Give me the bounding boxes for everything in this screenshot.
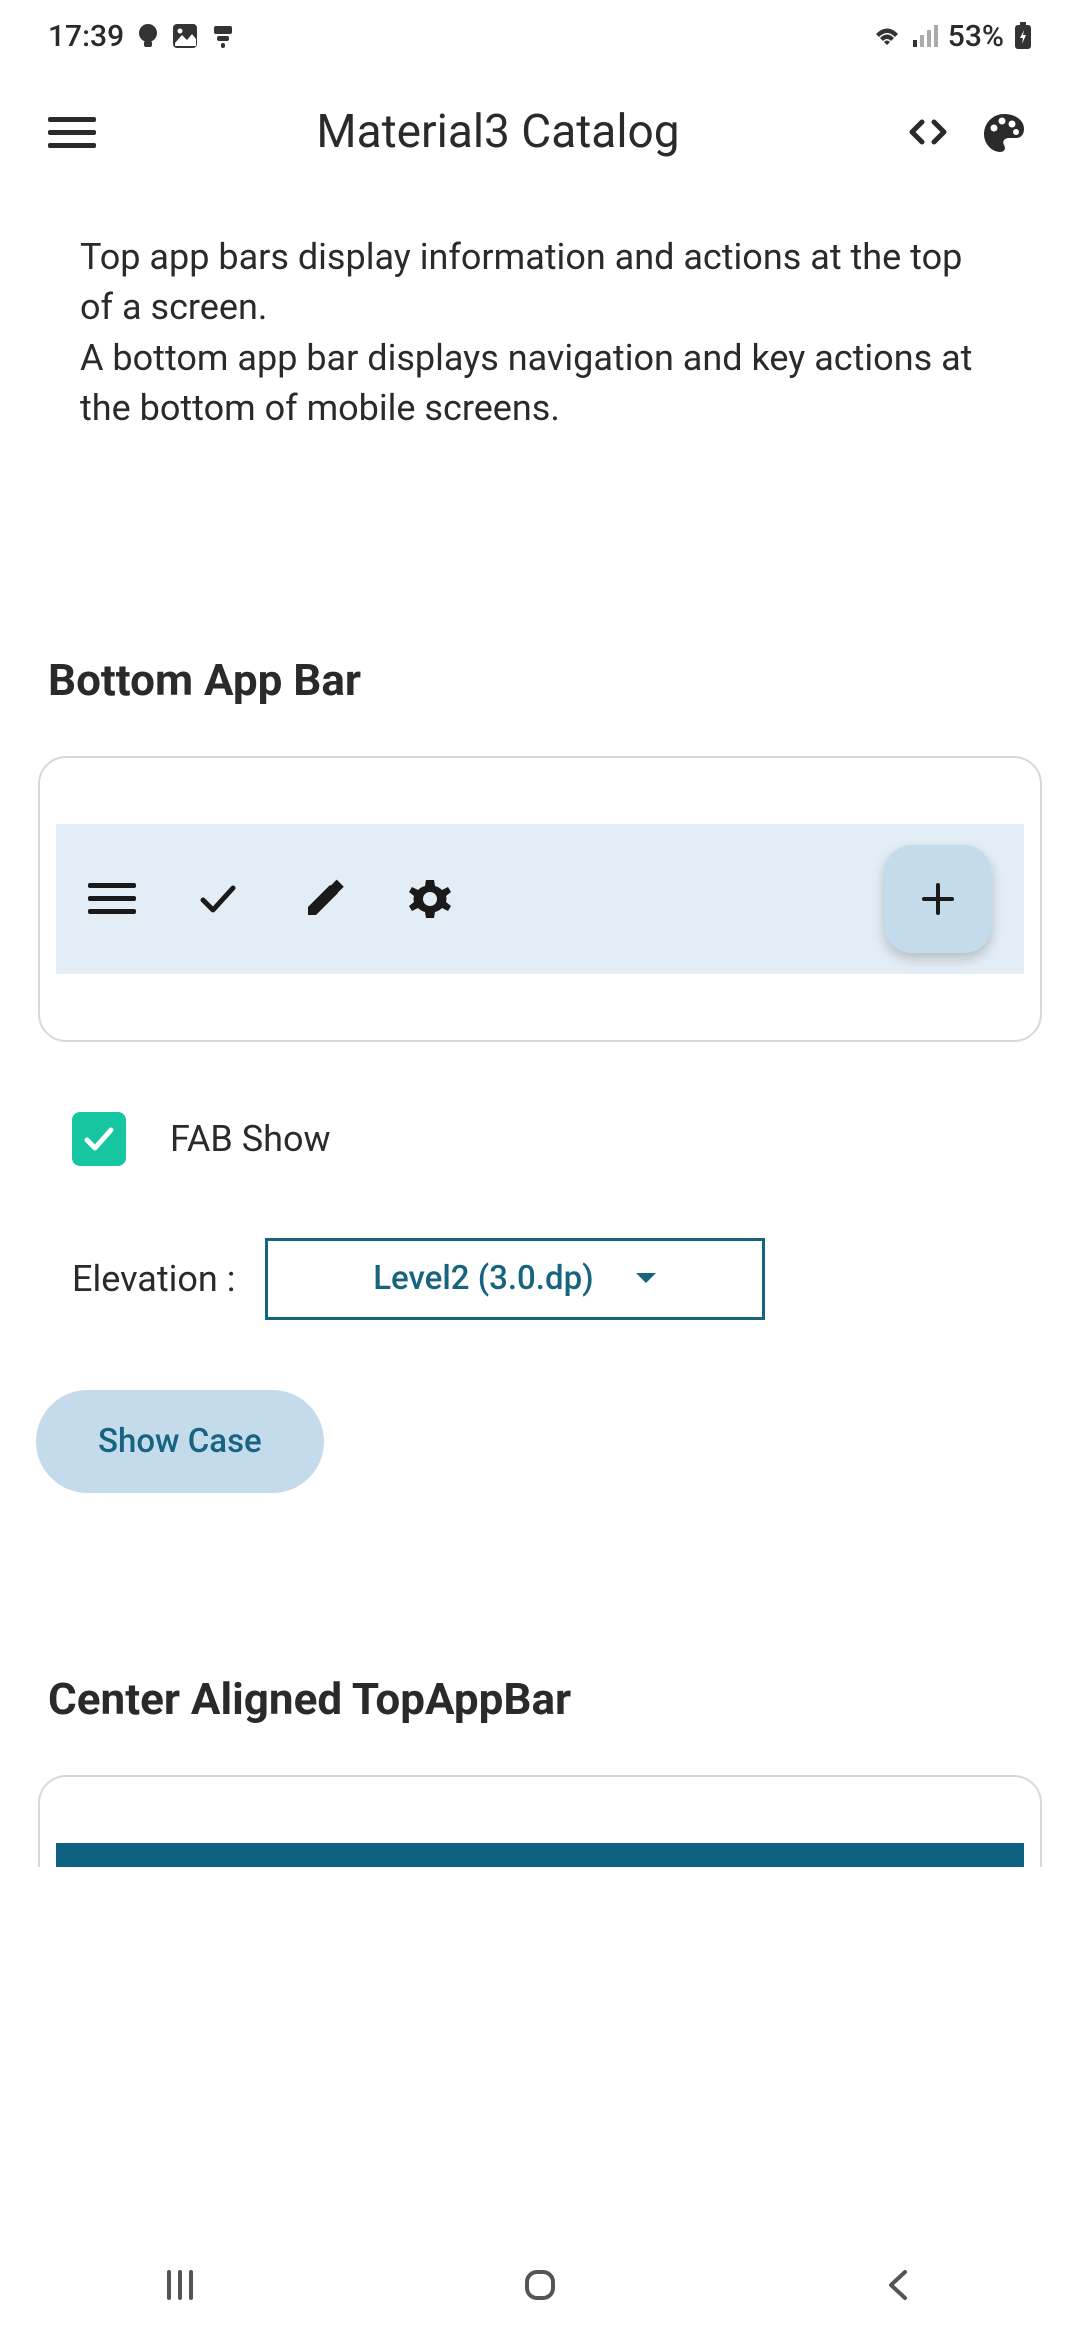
signal-icon xyxy=(912,24,938,48)
bulb-icon xyxy=(138,23,158,49)
battery-icon xyxy=(1014,22,1032,50)
description-block: Top app bars display information and act… xyxy=(0,192,1080,474)
home-button[interactable] xyxy=(510,2255,570,2315)
fab-add-button[interactable] xyxy=(884,845,992,953)
section-title-bottom-bar: Bottom App Bar xyxy=(0,654,1080,706)
notification-icon xyxy=(212,23,234,49)
top-bar-demo-frame xyxy=(38,1775,1042,1867)
check-icon[interactable] xyxy=(194,875,242,923)
gear-icon[interactable] xyxy=(406,875,454,923)
menu-icon[interactable] xyxy=(88,875,136,923)
fab-show-row: FAB Show xyxy=(72,1112,1008,1166)
status-right: 53% xyxy=(872,19,1032,54)
wifi-icon xyxy=(872,24,902,48)
image-icon xyxy=(172,23,198,49)
fab-show-checkbox[interactable] xyxy=(72,1112,126,1166)
elevation-label: Elevation : xyxy=(72,1258,235,1300)
back-button[interactable] xyxy=(870,2255,930,2315)
edit-icon[interactable] xyxy=(300,875,348,923)
status-bar: 17:39 53% xyxy=(0,0,1080,72)
controls-block: FAB Show Elevation : Level2 (3.0.dp) Sho… xyxy=(0,1042,1080,1493)
menu-icon[interactable] xyxy=(48,108,96,156)
plus-icon xyxy=(918,879,958,919)
bottom-bar-demo-frame xyxy=(38,756,1042,1042)
system-nav-bar xyxy=(0,2230,1080,2340)
elevation-dropdown[interactable]: Level2 (3.0.dp) xyxy=(265,1238,765,1320)
recents-button[interactable] xyxy=(150,2255,210,2315)
check-icon xyxy=(80,1120,118,1158)
section-title-center-topbar: Center Aligned TopAppBar xyxy=(0,1673,1080,1725)
app-bar: Material3 Catalog xyxy=(0,72,1080,192)
description-line1: Top app bars display information and act… xyxy=(80,232,1000,333)
app-title: Material3 Catalog xyxy=(116,105,880,159)
elevation-row: Elevation : Level2 (3.0.dp) xyxy=(72,1238,1008,1320)
palette-icon[interactable] xyxy=(976,104,1032,160)
elevation-value: Level2 (3.0.dp) xyxy=(373,1259,593,1298)
code-icon[interactable] xyxy=(900,104,956,160)
battery-percent: 53% xyxy=(948,19,1004,54)
showcase-button[interactable]: Show Case xyxy=(36,1390,324,1493)
status-left: 17:39 xyxy=(48,19,234,54)
bottom-app-bar-demo xyxy=(56,824,1024,974)
status-time: 17:39 xyxy=(48,19,124,54)
description-line2: A bottom app bar displays navigation and… xyxy=(80,333,1000,434)
chevron-down-icon xyxy=(634,1271,658,1287)
center-top-app-bar-demo xyxy=(56,1843,1024,1867)
fab-show-label: FAB Show xyxy=(170,1118,331,1160)
